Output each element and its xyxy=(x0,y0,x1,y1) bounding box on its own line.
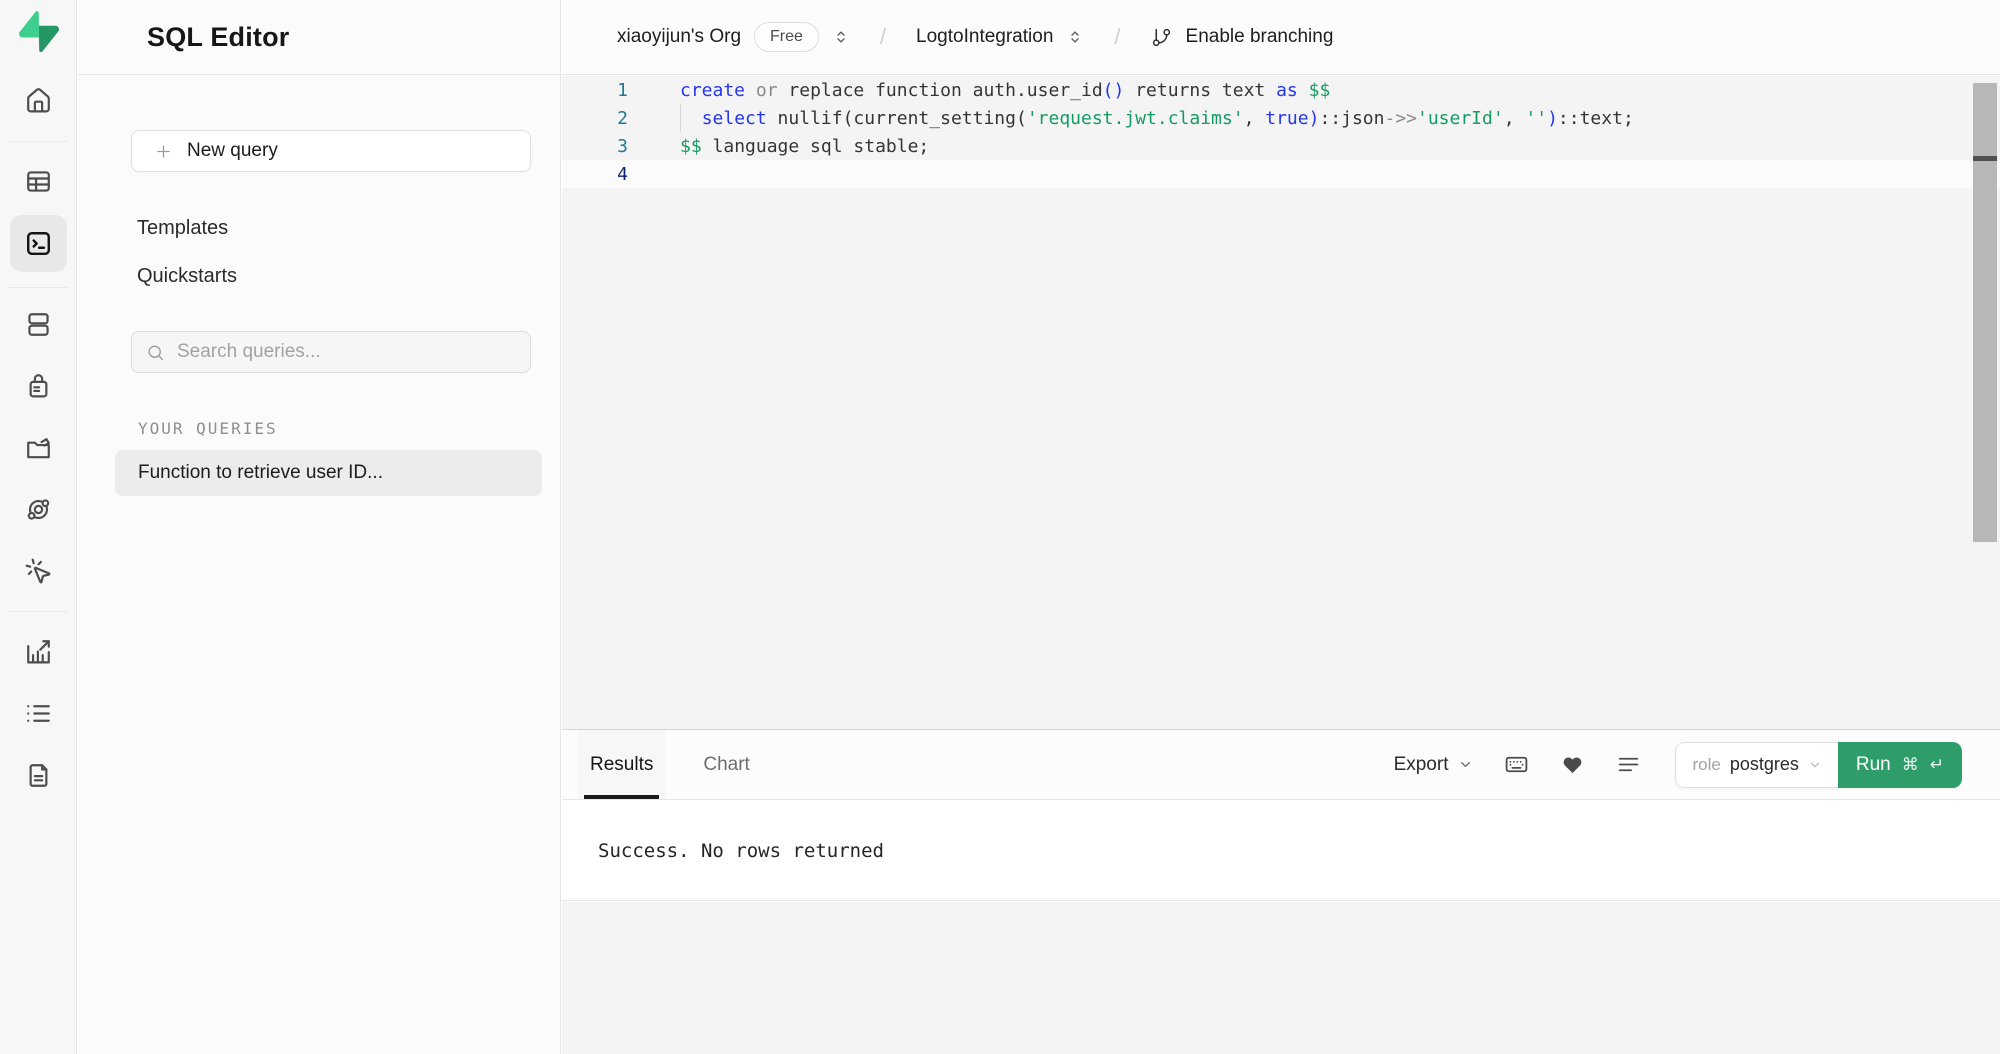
chevrons-up-down-icon xyxy=(1066,28,1084,46)
line-number: 4 xyxy=(562,164,628,185)
query-item-label: Function to retrieve user ID... xyxy=(138,462,538,484)
nav-home[interactable] xyxy=(0,72,77,128)
lock-icon xyxy=(24,371,53,400)
home-icon xyxy=(24,86,53,115)
query-list-item-selected[interactable]: Function to retrieve user ID... xyxy=(115,450,542,496)
nav-rail xyxy=(0,0,77,1054)
nav-table-editor[interactable] xyxy=(0,153,77,209)
page-title: SQL Editor xyxy=(147,22,290,53)
rail-divider xyxy=(8,141,67,142)
chart-icon xyxy=(24,637,53,666)
code-lines: 1 create or replace function auth.user_id… xyxy=(562,76,2000,188)
file-text-icon xyxy=(24,761,53,790)
nav-realtime[interactable] xyxy=(0,543,77,599)
search-icon xyxy=(146,343,165,362)
export-label: Export xyxy=(1394,754,1449,776)
search-box xyxy=(131,331,531,373)
supabase-logo-icon[interactable] xyxy=(19,11,59,53)
nav-logs[interactable] xyxy=(0,685,77,741)
results-toolbar: Results Chart Export xyxy=(562,729,2000,800)
line-number: 1 xyxy=(562,80,628,101)
nav-authentication[interactable] xyxy=(0,357,77,413)
results-empty-area xyxy=(562,902,2000,1054)
enable-branching-button[interactable]: Enable branching xyxy=(1151,26,1334,48)
code-text: select nullif(current_setting('request.j… xyxy=(680,108,1634,129)
breadcrumb-separator: / xyxy=(1114,24,1120,50)
project-name[interactable]: LogtoIntegration xyxy=(916,26,1053,48)
git-branch-icon xyxy=(1151,27,1172,48)
terminal-icon xyxy=(24,229,53,258)
tab-chart[interactable]: Chart xyxy=(691,730,761,799)
success-message: Success. No rows returned xyxy=(598,840,884,862)
orbit-icon xyxy=(24,495,53,524)
supabase-sql-editor: SQL Editor New query Templates Quickstar… xyxy=(0,0,2000,1054)
role-select-label: role xyxy=(1692,755,1720,775)
code-line[interactable]: 1 create or replace function auth.user_id… xyxy=(562,76,2000,104)
rail-divider xyxy=(8,287,67,288)
nav-api-docs[interactable] xyxy=(0,747,77,803)
chevron-down-icon xyxy=(1808,758,1822,772)
role-select[interactable]: role postgres xyxy=(1675,742,1837,788)
new-query-label: New query xyxy=(187,140,278,162)
sidebar-item-templates[interactable]: Templates xyxy=(137,217,228,240)
enable-branching-label: Enable branching xyxy=(1186,26,1334,48)
search-queries-input[interactable] xyxy=(177,341,516,363)
pointer-click-icon xyxy=(24,557,53,586)
sidebar: SQL Editor New query Templates Quickstar… xyxy=(78,0,561,1054)
run-button[interactable]: Run ⌘ ↵ xyxy=(1838,742,1962,788)
chevron-down-icon xyxy=(1458,757,1473,772)
plan-badge[interactable]: Free xyxy=(754,22,819,52)
rail-divider xyxy=(8,611,67,612)
tab-results[interactable]: Results xyxy=(578,730,665,799)
code-line[interactable]: 2 select nullif(current_setting('request… xyxy=(562,104,2000,132)
folder-icon xyxy=(24,433,53,462)
nav-database[interactable] xyxy=(0,296,77,352)
favorite-button[interactable] xyxy=(1559,752,1585,778)
chevrons-up-down-icon xyxy=(832,28,850,46)
nav-edge-functions[interactable] xyxy=(0,481,77,537)
plus-icon xyxy=(154,142,173,161)
export-button[interactable]: Export xyxy=(1394,754,1474,776)
nav-sql-editor[interactable] xyxy=(10,215,67,272)
line-number: 3 xyxy=(562,136,628,157)
sql-code-editor[interactable]: 1 create or replace function auth.user_id… xyxy=(562,76,2000,729)
new-query-button[interactable]: New query xyxy=(131,130,531,172)
list-icon xyxy=(24,699,53,728)
heart-icon xyxy=(1560,752,1585,777)
code-line[interactable]: 3 $$ language sql stable; xyxy=(562,132,2000,160)
format-sql-button[interactable] xyxy=(1615,752,1641,778)
project-switcher-button[interactable] xyxy=(1066,28,1084,46)
code-text: $$ language sql stable; xyxy=(680,136,929,157)
your-queries-section-label: YOUR QUERIES xyxy=(138,419,278,438)
run-label: Run xyxy=(1856,754,1891,776)
sidebar-header: SQL Editor xyxy=(78,0,560,75)
code-text: create or replace function auth.user_id(… xyxy=(680,80,1330,101)
sidebar-item-quickstarts[interactable]: Quickstarts xyxy=(137,265,237,288)
code-line[interactable]: 4 xyxy=(562,160,2000,188)
org-switcher-button[interactable] xyxy=(832,28,850,46)
table-icon xyxy=(24,167,53,196)
project-breadcrumb-bar: xiaoyijun's Org Free / LogtoIntegration … xyxy=(562,0,2000,75)
cmd-key-icon: ⌘ xyxy=(1902,755,1919,775)
editor-scrollbar[interactable] xyxy=(1973,83,1997,542)
run-group: role postgres Run ⌘ ↵ xyxy=(1675,742,1962,788)
database-icon xyxy=(24,310,53,339)
cursor-position-marker xyxy=(1973,156,1997,161)
toolbar-actions: Export xyxy=(1394,742,1962,788)
query-result-message-row: Success. No rows returned xyxy=(562,801,2000,901)
keyboard-icon xyxy=(1504,752,1529,777)
line-number: 2 xyxy=(562,108,628,129)
nav-storage[interactable] xyxy=(0,419,77,475)
role-select-value: postgres xyxy=(1730,754,1799,775)
org-name[interactable]: xiaoyijun's Org xyxy=(617,26,741,48)
keyboard-shortcuts-button[interactable] xyxy=(1503,752,1529,778)
enter-key-icon: ↵ xyxy=(1930,755,1944,775)
align-left-icon xyxy=(1616,752,1641,777)
nav-reports[interactable] xyxy=(0,623,77,679)
breadcrumb-separator: / xyxy=(880,24,886,50)
